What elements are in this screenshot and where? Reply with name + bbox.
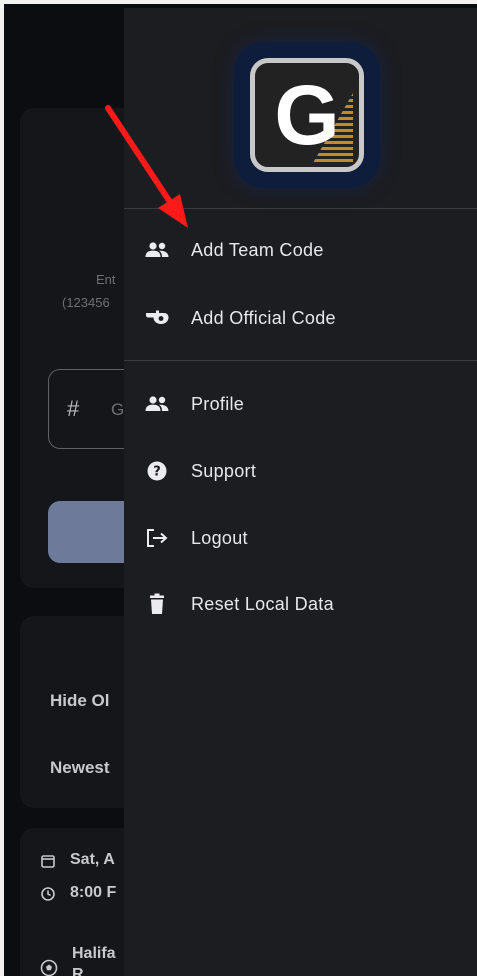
menu-item-label: Add Official Code (191, 307, 336, 328)
menu-item-profile[interactable]: Profile (124, 378, 477, 430)
divider (124, 360, 477, 361)
sort-label: Newest (50, 758, 110, 777)
hide-old-label: Hide Ol (50, 691, 110, 710)
menu-item-logout[interactable]: Logout (124, 512, 477, 564)
enter-code-hint: Ent (96, 272, 116, 287)
trash-icon (142, 589, 172, 619)
menu-item-reset-local-data[interactable]: Reset Local Data (124, 578, 477, 630)
enter-code-hint-example: (123456 (62, 295, 110, 310)
calendar-icon (40, 853, 56, 869)
menu-item-label: Logout (191, 527, 248, 548)
menu-item-support[interactable]: ? Support (124, 445, 477, 497)
game-location-line2: R (72, 966, 84, 976)
help-icon: ? (142, 456, 172, 486)
hash-icon: # (67, 396, 80, 421)
clock-icon (40, 886, 56, 902)
menu-item-label: Reset Local Data (191, 593, 334, 614)
code-input-placeholder: G (111, 400, 125, 419)
app-logo: G (234, 42, 380, 188)
logo-letter: G (274, 68, 340, 162)
game-location: Halifa (72, 945, 116, 962)
menu-item-add-team-code[interactable]: Add Team Code (124, 224, 477, 276)
logo-badge: G (250, 58, 364, 172)
divider (124, 208, 477, 209)
menu-item-label: Support (191, 460, 257, 481)
app-screen: Ent (123456 # G Hide Ol Newest Sat, A 8:… (0, 0, 477, 976)
menu-item-label: Profile (191, 393, 245, 414)
whistle-icon (142, 303, 172, 333)
group-icon (142, 389, 172, 419)
soccer-ball-icon (40, 959, 58, 976)
menu-item-add-official-code[interactable]: Add Official Code (124, 292, 477, 344)
logout-icon (142, 523, 172, 553)
group-icon (142, 235, 172, 265)
game-time: 8:00 F (70, 884, 117, 901)
navigation-drawer: G Add Team Code Add Official Code Profil… (124, 8, 477, 976)
game-date: Sat, A (70, 851, 115, 868)
menu-item-label: Add Team Code (191, 239, 324, 260)
svg-text:?: ? (153, 465, 161, 480)
